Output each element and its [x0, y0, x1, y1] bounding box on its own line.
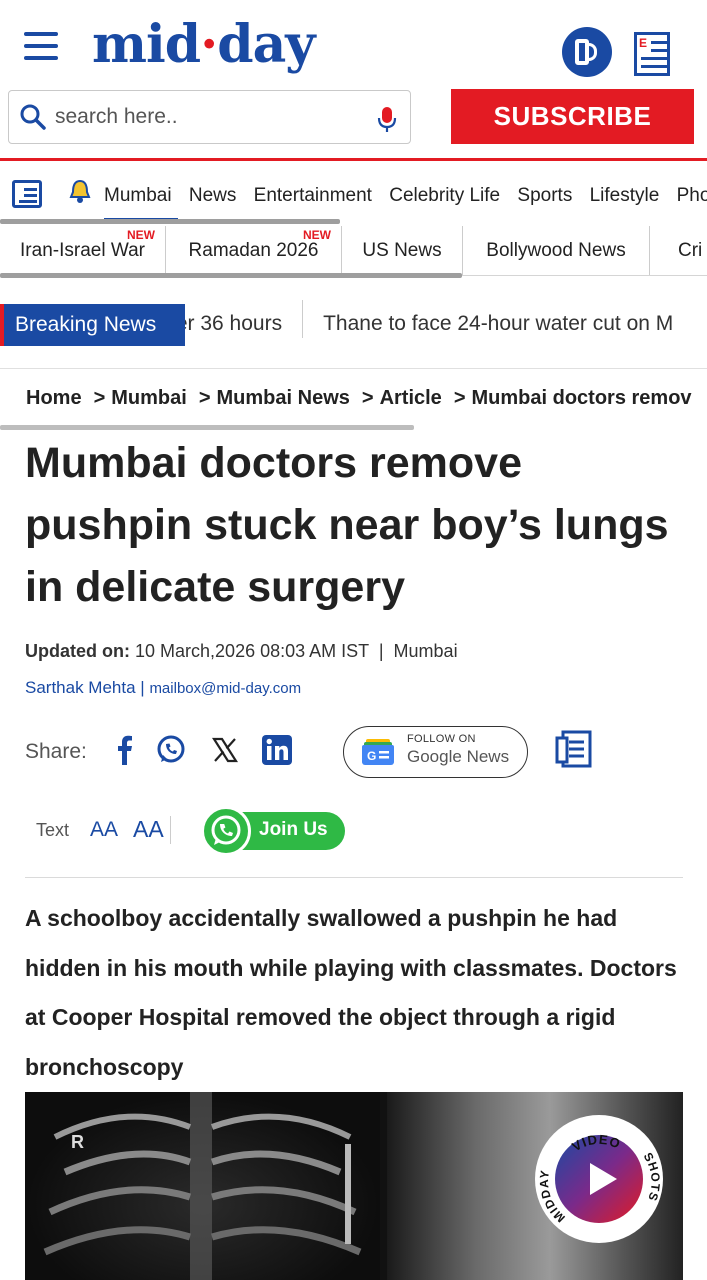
audio-icon[interactable] — [562, 27, 612, 77]
google-follow-label: FOLLOW ON — [407, 733, 476, 745]
author-name[interactable]: Sarthak Mehta — [25, 678, 136, 697]
badge-right-text: SHOTS — [641, 1150, 662, 1203]
breadcrumb-item[interactable]: Mumbai — [111, 387, 187, 409]
header-divider — [0, 158, 707, 161]
tag-label: US News — [362, 240, 442, 261]
category-list: Mumbai News Entertainment Celebrity Life… — [104, 185, 707, 207]
breaking-news-label: Breaking News — [0, 304, 185, 346]
join-us-label: Join Us — [259, 819, 328, 840]
tag-label: Ramadan 2026 — [188, 240, 319, 261]
increase-text-button[interactable]: AA — [133, 816, 164, 843]
share-row: Share: G FOLLOW ON Google News — [25, 726, 685, 778]
tag-item[interactable]: Bollywood News — [463, 226, 650, 275]
category-item[interactable]: Pho — [677, 185, 707, 206]
category-item[interactable]: Lifestyle — [590, 185, 660, 206]
breadcrumb-item[interactable]: Home — [26, 387, 82, 409]
logo-mid: mid — [92, 14, 201, 75]
breadcrumb-item: Mumbai doctors remov — [471, 387, 692, 409]
news-word: News — [466, 747, 510, 766]
search-input[interactable] — [55, 99, 355, 135]
xray-ribs-graphic — [43, 1092, 362, 1280]
copy-link-icon[interactable] — [555, 730, 593, 770]
divider — [0, 368, 707, 369]
notification-bell-icon[interactable] — [68, 178, 92, 206]
tag-label: Cri — [678, 240, 703, 261]
category-scrollbar[interactable] — [0, 219, 340, 224]
linkedin-icon[interactable] — [261, 734, 293, 766]
breadcrumb: Home > Mumbai > Mumbai News > Article > Mumbai d… — [26, 387, 692, 409]
decrease-text-button[interactable]: AA — [90, 818, 118, 842]
tag-item[interactable]: Iran-Israel War NEW — [0, 226, 166, 275]
subscribe-button[interactable]: SUBSCRIBE — [451, 89, 694, 144]
category-item[interactable]: Celebrity Life — [389, 185, 500, 206]
tag-item[interactable]: US News — [342, 226, 463, 275]
author-email[interactable]: mailbox@mid-day.com — [149, 680, 301, 697]
site-header: mid·day E SUBSCRIBE — [0, 0, 707, 160]
svg-text:G: G — [367, 749, 376, 763]
article-author: Sarthak Mehta | mailbox@mid-day.com — [25, 678, 302, 697]
category-nav: Mumbai News Entertainment Celebrity Life… — [0, 172, 707, 222]
svg-text:SHOTS: SHOTS — [641, 1150, 663, 1203]
article-location: Mumbai — [393, 641, 458, 661]
x-icon[interactable] — [209, 734, 241, 766]
microphone-icon[interactable] — [376, 106, 398, 134]
xray-marker: R — [71, 1132, 84, 1152]
share-label: Share: — [25, 740, 87, 763]
menu-icon[interactable] — [24, 32, 58, 62]
logo-day: day — [217, 14, 315, 75]
updated-label: Updated on: — [25, 641, 130, 661]
article-summary: A schoolboy accidentally swallowed a pus… — [25, 905, 677, 1080]
search-icon[interactable] — [19, 103, 47, 131]
whatsapp-icon — [201, 806, 251, 856]
category-item[interactable]: Mumbai — [104, 185, 172, 206]
facebook-icon[interactable] — [109, 734, 141, 766]
epaper-letter: E — [639, 36, 648, 50]
text-size-row: Text AA AA Join Us — [36, 804, 436, 860]
category-item[interactable]: Sports — [517, 185, 572, 206]
tags-scrollbar[interactable] — [0, 273, 462, 278]
follow-google-news-button[interactable]: G FOLLOW ON Google News — [343, 726, 528, 778]
search-box — [8, 90, 411, 144]
site-logo[interactable]: mid·day — [92, 14, 316, 75]
xray-image-left: R — [25, 1092, 380, 1280]
breaking-news-bar: Breaking News ter 36 hours Thane to face … — [0, 296, 707, 352]
google-word: Google — [407, 747, 462, 766]
new-badge: NEW — [127, 228, 155, 242]
trending-tags: Iran-Israel War NEW Ramadan 2026 NEW US … — [0, 226, 707, 276]
text-size-label: Text — [36, 820, 70, 840]
category-item[interactable]: News — [189, 185, 237, 206]
tag-item[interactable]: Cri — [650, 226, 707, 275]
video-shots-badge[interactable]: VIDEO MIDDAY SHOTS — [535, 1115, 663, 1243]
new-badge: NEW — [303, 228, 331, 242]
breadcrumb-item[interactable]: Mumbai News — [217, 387, 350, 409]
tag-label: Iran-Israel War — [20, 240, 145, 261]
google-news-icon: G — [362, 739, 394, 765]
tag-label: Bollywood News — [486, 240, 626, 261]
tag-item[interactable]: Ramadan 2026 NEW — [166, 226, 342, 275]
article-headline: Mumbai doctors remove pushpin stuck near… — [25, 439, 669, 611]
epaper-icon[interactable]: E — [634, 32, 670, 76]
breadcrumb-item[interactable]: Article — [380, 387, 442, 409]
whatsapp-icon[interactable] — [155, 734, 187, 766]
divider — [170, 816, 171, 844]
divider — [25, 877, 683, 878]
ticker-item[interactable]: Thane to face 24-hour water cut on M — [303, 312, 693, 336]
updated-date: 10 March,2026 08:03 AM IST — [135, 641, 369, 661]
article-meta: Updated on: 10 March,2026 08:03 AM IST |… — [25, 641, 458, 661]
logo-dot: · — [200, 14, 218, 75]
news-list-icon[interactable] — [12, 180, 42, 208]
join-whatsapp-button[interactable]: Join Us — [201, 806, 345, 856]
breaking-news-ticker: ter 36 hours Thane to face 24-hour water … — [150, 300, 693, 338]
video-shots-graphic: VIDEO MIDDAY SHOTS — [537, 1132, 663, 1225]
breadcrumb-scrollbar[interactable] — [0, 425, 414, 430]
google-news-label: Google News — [407, 747, 509, 767]
category-item[interactable]: Entertainment — [254, 185, 372, 206]
